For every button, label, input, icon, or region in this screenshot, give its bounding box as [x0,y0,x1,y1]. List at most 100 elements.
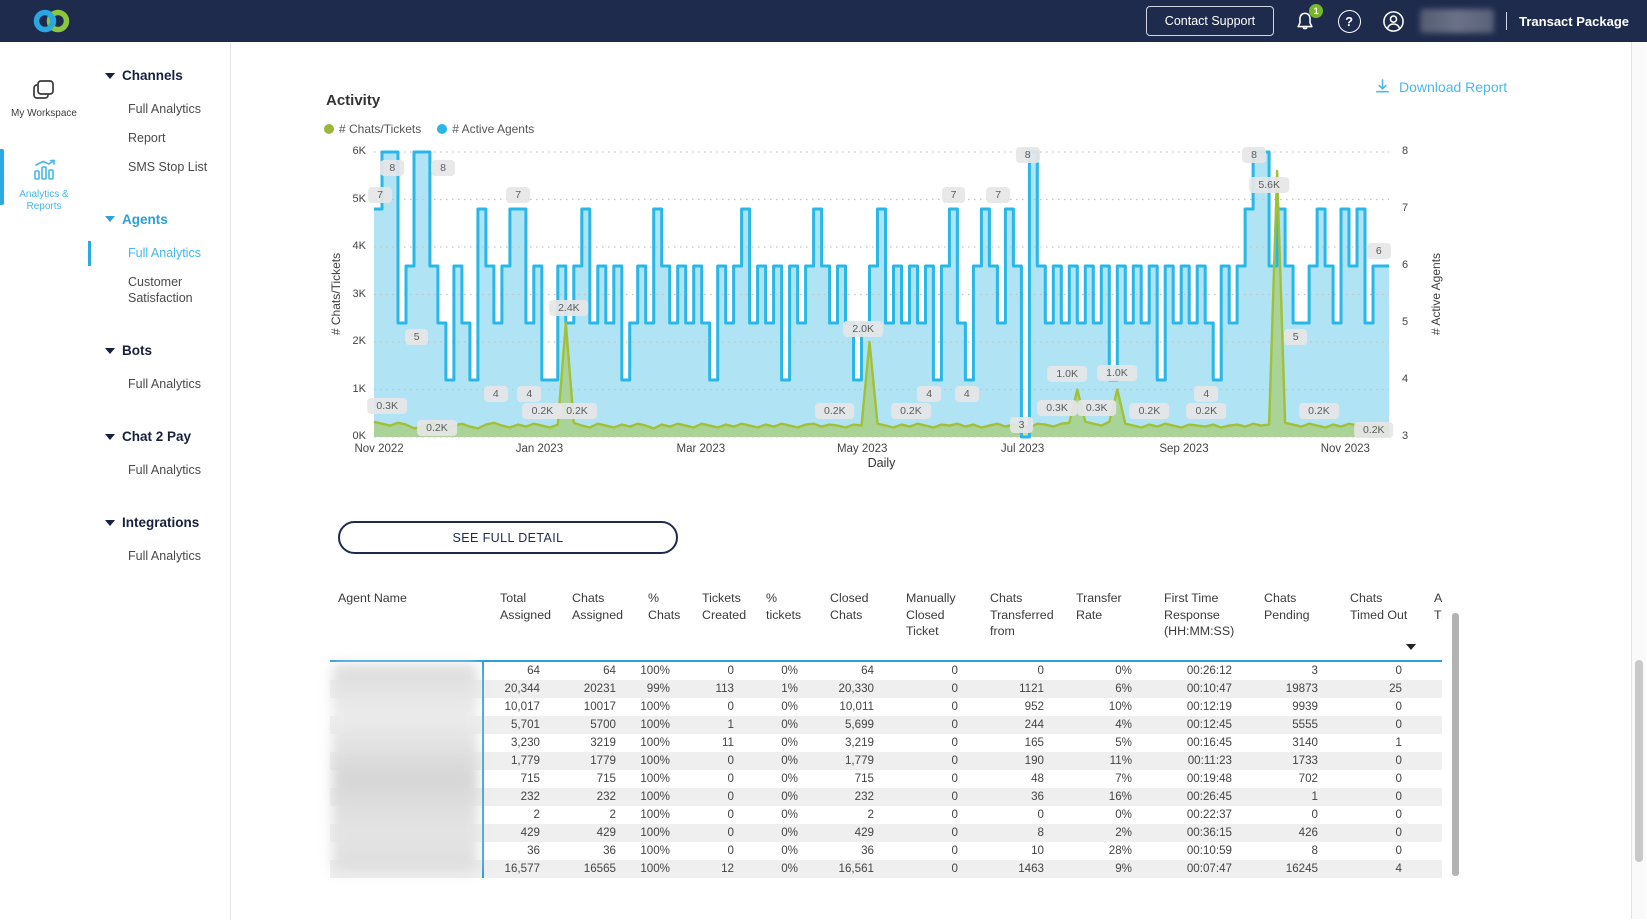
column-header-first-time-response-hh-mm-ss[interactable]: First Time Response (HH:MM:SS) [1146,586,1246,660]
nav-section-label: Integrations [122,515,199,530]
brand-logo[interactable] [28,6,74,36]
nav-section-bots[interactable]: Bots [88,343,230,358]
cell-value: 0 [1332,788,1416,806]
legend-item-chats-tickets[interactable]: # Chats/Tickets [324,122,421,136]
cell-value: 4% [1058,716,1146,734]
table-row: 1,7791779100%00%1,779019011%00:11:231733… [330,752,1442,770]
cell-value: 429 [812,824,888,842]
column-header-tickets[interactable]: % tickets [748,586,812,660]
cell-value: 0 [888,680,972,698]
cell-value [1416,680,1442,698]
cell-value: 1463 [972,860,1058,878]
icon-sidebar: My Workspace Analytics & Reports [0,42,89,920]
sidebar-item-my-workspace[interactable]: My Workspace [0,78,88,121]
cell-value: 20,330 [812,680,888,698]
column-menu-caret-icon[interactable] [1406,644,1416,650]
column-header-age-tim[interactable]: Age Tim [1416,586,1442,660]
notifications-button[interactable]: 1 [1292,8,1318,34]
app-window: Contact Support 1 ? Transact Pa [0,0,1647,920]
cell-value: 702 [1246,770,1332,788]
download-icon [1374,78,1391,95]
column-header-chats[interactable]: % Chats [630,586,684,660]
nav-section-chat-2-pay[interactable]: Chat 2 Pay [88,429,230,444]
nav-item-channels-report[interactable]: Report [88,124,224,153]
column-header-total-assigned[interactable]: Total Assigned [482,586,554,660]
caret-down-icon [105,434,115,440]
nav-item-integrations-full-analytics[interactable]: Full Analytics [88,542,224,571]
nav-section-agents[interactable]: Agents [88,212,230,227]
nav-item-channels-sms-stop-list[interactable]: SMS Stop List [88,153,224,182]
nav-section-channels[interactable]: Channels [88,68,230,83]
contact-support-button[interactable]: Contact Support [1146,6,1274,36]
legend-item-active-agents[interactable]: # Active Agents [437,122,534,136]
cell-value: 3 [1246,662,1332,680]
cell-value: 00:26:45 [1146,788,1246,806]
cell-value: 0% [748,716,812,734]
left-axis-tick: 3K [326,288,366,300]
cell-value: 0 [888,824,972,842]
nav-item-chat-2-pay-full-analytics[interactable]: Full Analytics [88,456,224,485]
cell-value: 1,779 [482,752,554,770]
chart-legend: # Chats/Tickets # Active Agents [324,122,534,136]
chart-data-label: 1.0K [1097,365,1137,381]
caret-down-icon [105,520,115,526]
cell-value: 1 [1332,734,1416,752]
chart-data-label: 8 [380,160,404,176]
cell-value: 0 [972,806,1058,824]
page-scrollbar-thumb[interactable] [1635,660,1643,862]
cell-value: 00:12:45 [1146,716,1246,734]
cell-value: 0% [748,860,812,878]
column-header-manually-closed-ticket[interactable]: Manually Closed Ticket [888,586,972,660]
cell-value: 2 [482,806,554,824]
cell-value [1416,842,1442,860]
column-header-tickets-created[interactable]: Tickets Created [684,586,748,660]
table-scrollbar[interactable] [1452,613,1459,876]
chart-data-label: 0.3K [367,398,407,414]
cell-value: 100% [630,698,684,716]
nav-item-bots-full-analytics[interactable]: Full Analytics [88,370,224,399]
table-body: 6464100%00%64000%00:26:123020,3442023199… [330,662,1442,878]
column-header-closed-chats[interactable]: Closed Chats [812,586,888,660]
right-axis-tick: 7 [1402,202,1432,214]
chart-data-label: 8 [1016,147,1040,163]
download-report-label: Download Report [1399,79,1507,95]
nav-section-integrations[interactable]: Integrations [88,515,230,530]
legend-label: # Active Agents [452,122,534,136]
cell-value: 0 [1332,842,1416,860]
cell-value: 0% [1058,806,1146,824]
cell-value: 00:26:12 [1146,662,1246,680]
cell-value: 16,561 [812,860,888,878]
legend-label: # Chats/Tickets [339,122,421,136]
cell-value: 64 [554,662,630,680]
right-axis-tick: 4 [1402,373,1432,385]
download-report-link[interactable]: Download Report [1374,78,1507,95]
chart-data-label: 5 [405,329,429,345]
column-header-transfer-rate[interactable]: Transfer Rate [1058,586,1146,660]
left-axis-tick: 2K [326,335,366,347]
column-header-chats-assigned[interactable]: Chats Assigned [554,586,630,660]
chart-data-label: 4 [517,386,541,402]
nav-item-agents-customer-satisfaction[interactable]: Customer Satisfaction [88,268,224,314]
cell-value: 100% [630,824,684,842]
column-header-chats-pending[interactable]: Chats Pending [1246,586,1332,660]
page-scrollbar[interactable] [1631,42,1646,919]
left-axis-tick: 0K [326,430,366,442]
column-header-chats-transferred-from[interactable]: Chats Transferred from [972,586,1058,660]
active-indicator [0,149,4,205]
cell-value: 1,779 [812,752,888,770]
see-full-detail-button[interactable]: SEE FULL DETAIL [338,521,678,554]
cell-value [1416,752,1442,770]
cell-value: 5% [1058,734,1146,752]
cell-value: 232 [482,788,554,806]
help-button[interactable]: ? [1336,8,1362,34]
sidebar-item-analytics-reports[interactable]: Analytics & Reports [0,157,88,214]
column-header-agent-name[interactable]: Agent Name [330,586,482,660]
activity-chart[interactable]: 7880.3K0.2K54472.4K0.2K0.2K0.2K2.0K0.2K4… [374,152,1389,437]
nav-item-channels-full-analytics[interactable]: Full Analytics [88,95,224,124]
nav-item-agents-full-analytics[interactable]: Full Analytics [88,239,224,268]
cell-value: 00:07:47 [1146,860,1246,878]
profile-button[interactable] [1380,8,1406,34]
cell-value: 36 [482,842,554,860]
column-header-chats-timed-out[interactable]: Chats Timed Out [1332,586,1416,660]
cell-value [1416,770,1442,788]
